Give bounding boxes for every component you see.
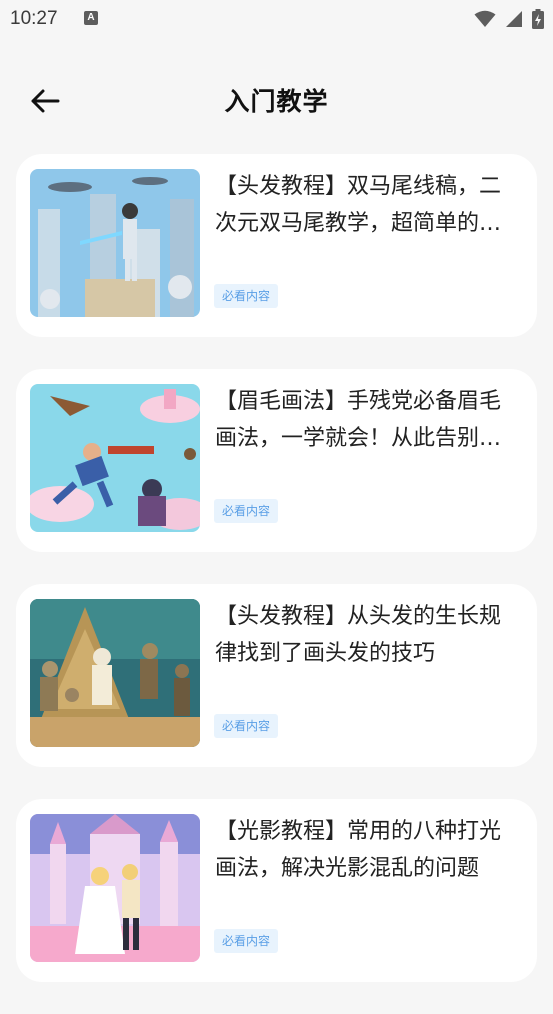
- page-title: 入门教学: [224, 87, 329, 116]
- article-card[interactable]: 【头发教程】从头发的生长规律找到了画头发的技巧 必看内容: [16, 584, 537, 767]
- must-read-tag: 必看内容: [214, 284, 279, 308]
- system-icons: [470, 8, 544, 30]
- article-list: 【头发教程】双马尾线稿，二次元双马尾教学，超简单的画法分享 必看内容 【眉毛画法…: [16, 154, 537, 1014]
- notification-icon: A: [84, 11, 98, 25]
- article-thumbnail: [30, 599, 200, 747]
- article-thumbnail: [30, 384, 200, 532]
- signal-icon: [505, 10, 522, 27]
- must-read-tag: 必看内容: [214, 714, 279, 738]
- article-title: 【头发教程】双马尾线稿，二次元双马尾教学，超简单的画法分享: [215, 174, 502, 236]
- must-read-tag: 必看内容: [214, 929, 279, 953]
- article-title: 【眉毛画法】手残党必备眉毛画法，一学就会！从此告别画不好: [215, 389, 502, 451]
- article-card[interactable]: 【眉毛画法】手残党必备眉毛画法，一学就会！从此告别画不好 必看内容: [16, 369, 537, 552]
- article-thumbnail: [30, 814, 200, 962]
- must-read-tag: 必看内容: [214, 499, 279, 523]
- article-card[interactable]: 【头发教程】双马尾线稿，二次元双马尾教学，超简单的画法分享 必看内容: [16, 154, 537, 337]
- wifi-icon: [474, 10, 496, 27]
- status-time: 10:27: [10, 8, 58, 29]
- article-title: 【光影教程】常用的八种打光画法，解决光影混乱的问题: [215, 819, 502, 881]
- article-title: 【头发教程】从头发的生长规律找到了画头发的技巧: [215, 604, 502, 666]
- article-card[interactable]: 【光影教程】常用的八种打光画法，解决光影混乱的问题 必看内容: [16, 799, 537, 982]
- battery-charging-icon: [532, 8, 544, 29]
- app-header: 入门教学: [0, 70, 553, 130]
- status-bar: 10:27 A: [0, 0, 553, 40]
- article-thumbnail: [30, 169, 200, 317]
